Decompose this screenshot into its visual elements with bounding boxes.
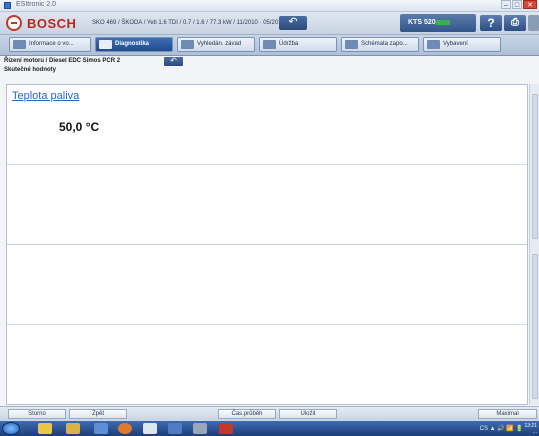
- breadcrumb-path: Řízení motoru / Diesel EDC Simos PCR 2: [4, 58, 121, 64]
- parameter-name-link[interactable]: Teplota paliva: [12, 90, 79, 102]
- save-button[interactable]: Uložit: [279, 409, 337, 419]
- scroll-thumb-upper[interactable]: [532, 94, 538, 239]
- header-back-button[interactable]: ↶: [279, 16, 307, 30]
- diagnosis-icon: [99, 40, 112, 49]
- tab-label: Diagnostika: [115, 41, 150, 47]
- clock-date: ...: [532, 429, 537, 435]
- window-title-bar: ESItronic 2.0 – □ ✕: [0, 0, 539, 12]
- value-slot-3: [7, 245, 527, 325]
- tab-fault-search[interactable]: Vyhledán. závad: [177, 37, 255, 52]
- wiring-diagram-icon: [345, 40, 358, 49]
- settings-icon[interactable]: [193, 423, 207, 434]
- taskbar-app-icon[interactable]: [38, 423, 52, 434]
- taskbar-clock[interactable]: 13:21 ...: [524, 423, 537, 435]
- fault-search-icon: [181, 40, 194, 49]
- bottom-button-bar: Storno Zpět Čas.průběh Uložit Maximal: [0, 406, 539, 421]
- help-button[interactable]: ?: [480, 15, 502, 31]
- tab-diagnostics[interactable]: Diagnostika: [95, 37, 173, 52]
- vertical-scrollbar[interactable]: [529, 84, 539, 405]
- print-button[interactable]: ⎙: [504, 15, 526, 31]
- brand-name: BOSCH: [27, 16, 77, 31]
- app-header: BOSCH SKO 469 / ŠKODA / Yeti 1.6 TDI / 0…: [0, 12, 539, 35]
- tab-vehicle-info[interactable]: Informace o vo...: [9, 37, 91, 52]
- breadcrumb-section: Skutečné hodnoty: [4, 67, 57, 73]
- app-icon: [4, 2, 11, 9]
- actual-values-panel: Teplota paliva 50,0 °C: [6, 84, 528, 405]
- tab-label: Informace o vo...: [29, 41, 74, 47]
- tab-label: Údržba: [279, 41, 299, 47]
- main-tabs: Informace o vo... Diagnostika Vyhledán. …: [0, 35, 539, 56]
- browser-icon[interactable]: [118, 423, 132, 434]
- device-connected-indicator: [436, 20, 450, 25]
- device-name: KTS 520: [408, 19, 436, 26]
- breadcrumb-back-button[interactable]: ↶: [164, 57, 183, 66]
- maximize-view-button[interactable]: Maximal: [478, 409, 537, 419]
- equipment-icon: [427, 40, 440, 49]
- window-controls: – □ ✕: [501, 0, 537, 10]
- window-title: ESItronic 2.0: [16, 1, 57, 8]
- tab-equipment[interactable]: Vybavení: [423, 37, 501, 52]
- tab-wiring-diagrams[interactable]: Schémata zapo...: [341, 37, 419, 52]
- start-button-icon[interactable]: [2, 422, 20, 435]
- windows-taskbar: CS ▲ 🔊 📶 🔋 13:21 ...: [0, 421, 539, 436]
- minimize-button[interactable]: –: [501, 0, 511, 9]
- bosch-logo-icon: [6, 15, 22, 31]
- tab-maintenance[interactable]: Údržba: [259, 37, 337, 52]
- value-slot-2: [7, 165, 527, 245]
- media-icon[interactable]: [94, 423, 108, 434]
- value-slot-4: [7, 325, 527, 406]
- tab-label: Vybavení: [443, 41, 468, 47]
- value-slot-1: Teplota paliva 50,0 °C: [7, 85, 527, 165]
- tab-label: Vyhledán. závad: [197, 41, 242, 47]
- info-icon: [13, 40, 26, 49]
- close-button[interactable]: ✕: [523, 0, 537, 9]
- scroll-thumb-lower[interactable]: [532, 254, 538, 399]
- storno-button[interactable]: Storno: [8, 409, 66, 419]
- maintenance-icon: [263, 40, 276, 49]
- maximize-button[interactable]: □: [512, 0, 522, 9]
- system-tray[interactable]: CS ▲ 🔊 📶 🔋: [480, 425, 523, 432]
- tab-label: Schémata zapo...: [361, 41, 408, 47]
- tool-icon[interactable]: [168, 423, 182, 434]
- header-extra-button[interactable]: [528, 15, 539, 31]
- time-series-button[interactable]: Čas.průběh: [218, 409, 276, 419]
- vehicle-info: SKO 469 / ŠKODA / Yeti 1.6 TDI / 0.7 / 1…: [92, 20, 307, 26]
- esitronic-taskbar-icon[interactable]: [219, 423, 233, 434]
- document-icon[interactable]: [143, 423, 157, 434]
- parameter-value: 50,0 °C: [59, 120, 100, 134]
- back-button[interactable]: Zpět: [69, 409, 127, 419]
- folder-icon[interactable]: [66, 423, 80, 434]
